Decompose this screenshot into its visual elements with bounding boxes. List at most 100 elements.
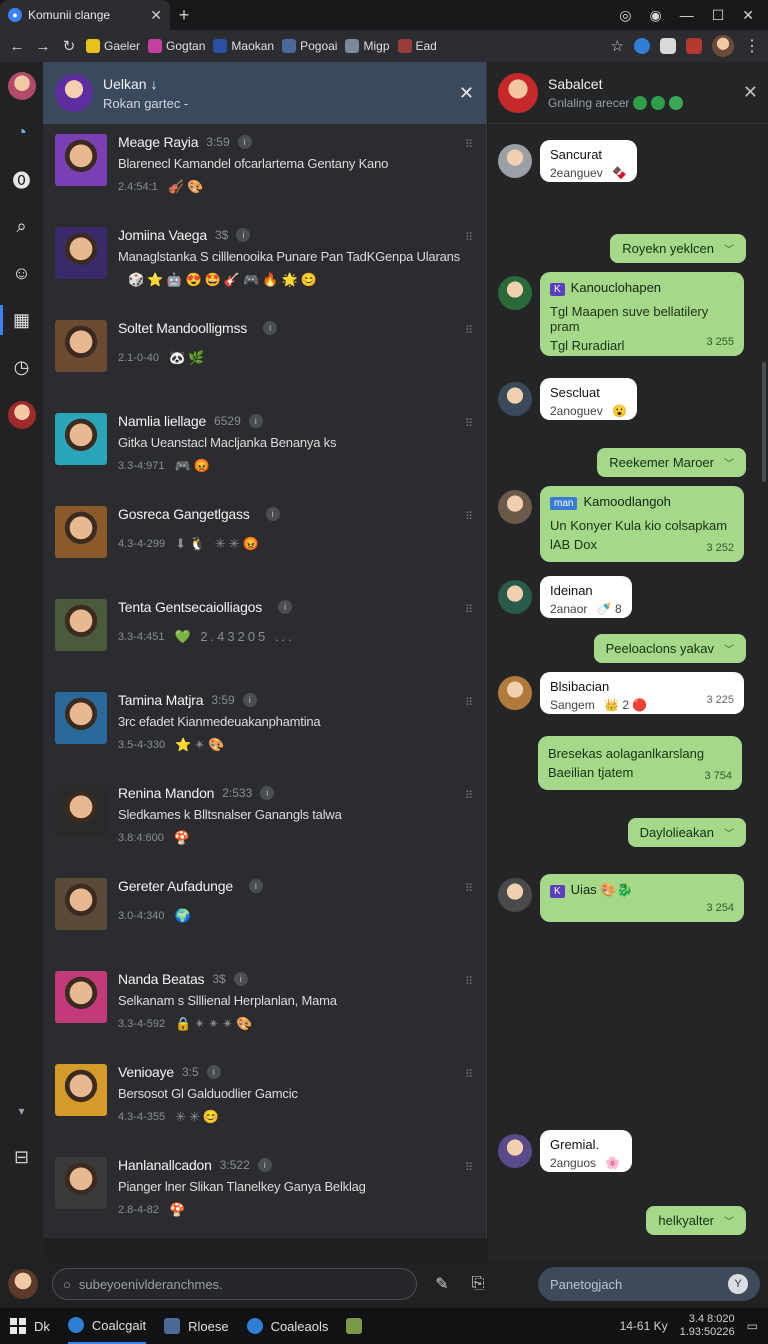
drag-handle-icon[interactable]: ⠿ bbox=[465, 1068, 474, 1081]
incoming-bubble[interactable]: Blsibacian Sangem 👑 2 🔴 3 225 bbox=[540, 672, 744, 714]
incoming-bubble[interactable]: Ideinan 2anaor 🍼 8 bbox=[540, 576, 632, 618]
rail-contact[interactable] bbox=[0, 391, 43, 438]
avatar[interactable] bbox=[498, 276, 532, 310]
chat-list-item[interactable]: Meage Rayia 3:59 i Blarenecl Kamandel of… bbox=[43, 124, 486, 217]
chat-list-item[interactable]: Tamina Matjra 3:59 i 3rc efadet Kianmede… bbox=[43, 682, 486, 775]
drag-handle-icon[interactable]: ⠿ bbox=[465, 603, 474, 616]
drag-handle-icon[interactable]: ⠿ bbox=[465, 510, 474, 523]
drag-handle-icon[interactable]: ⠿ bbox=[465, 417, 474, 430]
info-icon[interactable]: i bbox=[248, 879, 263, 893]
drag-handle-icon[interactable]: ⠿ bbox=[465, 975, 474, 988]
chat-list-item[interactable]: Soltet Mandoolligmss i 2.1-0-40 🐼🌿 ⠿ bbox=[43, 310, 486, 403]
rail-more[interactable]: ▾ bbox=[0, 1087, 43, 1134]
avatar[interactable] bbox=[498, 676, 532, 710]
incoming-bubble[interactable]: Gremial. 2anguos 🌸 bbox=[540, 1130, 632, 1172]
chat-list-item[interactable]: Jomiina Vaega 3$ i Managlstanka S cillle… bbox=[43, 217, 486, 310]
minimize-button[interactable]: — bbox=[680, 7, 694, 24]
start-button[interactable]: Dk bbox=[10, 1318, 50, 1334]
edit-icon[interactable]: ✎ bbox=[431, 1274, 453, 1294]
drag-handle-icon[interactable]: ⠿ bbox=[465, 882, 474, 895]
outgoing-bubble[interactable]: Reekemer Maroer ﹀ bbox=[597, 448, 746, 477]
rail-chats[interactable]: ◔ bbox=[0, 109, 43, 156]
incoming-bubble[interactable]: Sescluat 2anoguev 😮 bbox=[540, 378, 638, 420]
rail-grid[interactable]: ▦ bbox=[0, 297, 43, 344]
menu-icon[interactable]: ⋮ bbox=[744, 36, 760, 56]
info-icon[interactable]: i bbox=[236, 228, 251, 242]
extension-icon[interactable] bbox=[634, 38, 650, 54]
avatar[interactable] bbox=[498, 1134, 532, 1168]
outgoing-bubble[interactable]: Royekn yeklcen ﹀ bbox=[610, 234, 746, 263]
incoming-green-bubble[interactable]: K Kanouclohapen Tgl Maapen suve bellatiler… bbox=[540, 272, 744, 356]
info-icon[interactable]: i bbox=[257, 1158, 272, 1172]
info-icon[interactable]: i bbox=[237, 135, 252, 149]
info-icon[interactable]: i bbox=[248, 414, 263, 428]
outgoing-bubble[interactable]: Peeloaclons yakav ﹀ bbox=[593, 634, 746, 663]
app-icon[interactable] bbox=[346, 1318, 363, 1334]
taskbar-app-3[interactable]: Coaleaols bbox=[246, 1318, 328, 1334]
info-icon[interactable]: i bbox=[242, 693, 257, 707]
bookmark-6[interactable]: Ead bbox=[397, 39, 437, 53]
extension-icon[interactable] bbox=[660, 38, 676, 54]
settings-icon[interactable]: ◉ bbox=[649, 7, 661, 24]
reload-icon[interactable]: ↻ bbox=[60, 37, 78, 55]
chat-list-item[interactable]: Tenta Gentsecaiolliagos i 3.3-4:451 💚 2.… bbox=[43, 589, 486, 682]
chat-list-item[interactable]: Venioaye 3:5 i Bersosot Gl Galduodlier G… bbox=[43, 1054, 486, 1147]
taskbar-app-1[interactable]: Coalcgait bbox=[67, 1308, 147, 1344]
close-tab-icon[interactable]: ✕ bbox=[150, 7, 162, 24]
rail-search[interactable]: ⌕ bbox=[0, 203, 43, 250]
drag-handle-icon[interactable]: ⠿ bbox=[465, 324, 474, 337]
bookmark-4[interactable]: Pogoai bbox=[282, 39, 337, 53]
forward-icon[interactable]: → bbox=[34, 38, 52, 55]
star-icon[interactable]: ☆ bbox=[611, 37, 624, 55]
attach-icon[interactable]: ⎘ bbox=[467, 1275, 489, 1293]
new-tab-button[interactable]: + bbox=[170, 5, 198, 26]
incoming-green-bubble[interactable]: man Kamoodlangoh Un Konyer Kula kio colsap… bbox=[540, 486, 744, 562]
drag-handle-icon[interactable]: ⠿ bbox=[465, 696, 474, 709]
profile-avatar[interactable] bbox=[712, 35, 734, 57]
compose-input[interactable]: Panetogjach Y bbox=[538, 1267, 760, 1301]
drag-handle-icon[interactable]: ⠿ bbox=[465, 138, 474, 151]
clock[interactable]: 3.4 8:020 1.93:50226 bbox=[680, 1313, 735, 1339]
extension-icon[interactable] bbox=[686, 38, 702, 54]
outgoing-bubble[interactable]: helkyalter ﹀ bbox=[646, 1206, 746, 1235]
rail-people[interactable]: ☺ bbox=[0, 250, 43, 297]
avatar[interactable] bbox=[8, 1269, 38, 1299]
maximize-button[interactable]: ☐ bbox=[712, 7, 725, 24]
avatar[interactable] bbox=[498, 490, 532, 524]
info-icon[interactable]: i bbox=[233, 972, 248, 986]
back-icon[interactable]: ← bbox=[8, 38, 26, 55]
close-icon[interactable]: ✕ bbox=[743, 82, 758, 103]
avatar[interactable] bbox=[498, 382, 532, 416]
scrollbar[interactable] bbox=[762, 362, 766, 482]
notification-icon[interactable]: ▭ bbox=[747, 1319, 758, 1333]
info-icon[interactable]: i bbox=[260, 786, 275, 800]
chat-list-item[interactable]: Gereter Aufadunge i 3.0-4:340 🌍 ⠿ bbox=[43, 868, 486, 961]
chat-list-item[interactable]: Hanlanallcadon 3:522 i Pianger lner Slik… bbox=[43, 1147, 486, 1238]
chat-list-item[interactable]: Nanda Beatas 3$ i Selkanam s Slllienal H… bbox=[43, 961, 486, 1054]
info-icon[interactable]: i bbox=[206, 1065, 221, 1079]
drag-handle-icon[interactable]: ⠿ bbox=[465, 1161, 474, 1174]
rail-profile[interactable] bbox=[0, 62, 43, 109]
bookmark-5[interactable]: Migp bbox=[345, 39, 390, 53]
avatar[interactable] bbox=[498, 878, 532, 912]
info-icon[interactable]: i bbox=[278, 600, 293, 614]
incoming-green-bubble[interactable]: K Uias 🎨🐉 3 254 bbox=[540, 874, 744, 922]
bookmark-3[interactable]: Maokan bbox=[213, 39, 274, 53]
avatar[interactable] bbox=[498, 72, 538, 113]
drag-handle-icon[interactable]: ⠿ bbox=[465, 789, 474, 802]
bookmark-1[interactable]: Gaeler bbox=[86, 39, 140, 53]
avatar[interactable] bbox=[498, 580, 532, 614]
drag-handle-icon[interactable]: ⠿ bbox=[465, 231, 474, 244]
send-icon[interactable]: Y bbox=[728, 1274, 748, 1294]
close-window-button[interactable]: ✕ bbox=[742, 7, 754, 24]
avatar[interactable] bbox=[55, 74, 93, 112]
chat-list-item[interactable]: Namlia liellage 6529 i Gitka Ueanstacl M… bbox=[43, 403, 486, 496]
extension-icon[interactable]: ◎ bbox=[619, 7, 631, 24]
rail-timer[interactable]: ◷ bbox=[0, 344, 43, 391]
incoming-green-bubble[interactable]: Bresekas aolaganlkarslang Baeilian tjatem… bbox=[538, 736, 742, 790]
close-icon[interactable]: ✕ bbox=[459, 83, 474, 104]
bookmark-2[interactable]: Gogtan bbox=[148, 39, 205, 53]
info-icon[interactable]: i bbox=[263, 321, 278, 335]
taskbar-app-2[interactable]: Rloese bbox=[164, 1318, 229, 1334]
rail-status[interactable]: ⓿ bbox=[0, 156, 43, 203]
